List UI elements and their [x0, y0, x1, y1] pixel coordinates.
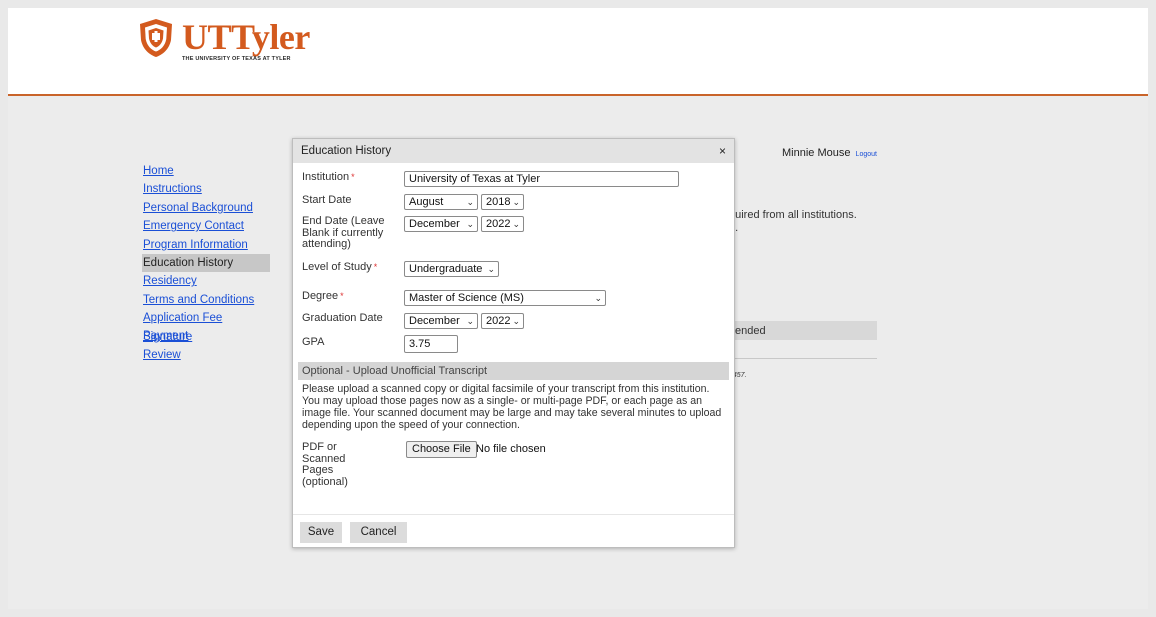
- save-button[interactable]: Save: [300, 522, 342, 543]
- level-of-study-select[interactable]: Undergraduate ⌄: [404, 261, 499, 277]
- chevron-down-icon: ⌄: [512, 197, 520, 207]
- logo-subtitle: THE UNIVERSITY OF TEXAS AT TYLER: [182, 56, 291, 62]
- chevron-down-icon: ⌄: [466, 219, 474, 229]
- chevron-down-icon: ⌄: [487, 264, 495, 274]
- upload-instructions: Please upload a scanned copy or digital …: [302, 383, 722, 431]
- dialog-title: Education History: [293, 139, 734, 163]
- institution-label: Institution *: [302, 171, 355, 183]
- start-date-label: Start Date: [302, 194, 352, 206]
- file-status-text: No file chosen: [476, 443, 546, 455]
- nav-item-instructions[interactable]: Instructions: [142, 180, 270, 198]
- nav-item-education-history[interactable]: Education History: [142, 253, 270, 273]
- cancel-button[interactable]: Cancel: [350, 522, 407, 543]
- nav-item-program-information[interactable]: Program Information: [142, 236, 270, 254]
- nav-item-terms-and-conditions[interactable]: Terms and Conditions: [142, 291, 270, 309]
- dialog-footer-divider: [293, 514, 734, 515]
- background-instruction-text: quired from all institutions.: [729, 209, 857, 221]
- nav-item-emergency-contact[interactable]: Emergency Contact: [142, 217, 270, 235]
- degree-label: Degree *: [302, 290, 344, 302]
- site-header: UTTyler THE UNIVERSITY OF TEXAS AT TYLER: [8, 8, 1148, 94]
- logo-wordmark: UTTyler: [182, 17, 310, 57]
- chevron-down-icon: ⌄: [594, 293, 602, 303]
- chevron-down-icon: ⌄: [466, 316, 474, 326]
- required-marker: *: [340, 291, 344, 301]
- required-marker: *: [373, 262, 378, 272]
- header-divider: [8, 94, 1148, 96]
- graduation-month-select[interactable]: December ⌄: [404, 313, 478, 329]
- sidebar-nav: Home Instructions Personal Background Em…: [142, 162, 270, 364]
- nav-item-application-fee-payment[interactable]: Application Fee Payment: [142, 309, 270, 342]
- logout-link[interactable]: Logout: [856, 151, 877, 158]
- end-date-label: End Date (Leave Blank if currently atten…: [302, 215, 385, 250]
- background-table-header-label: ended: [735, 325, 766, 337]
- close-icon[interactable]: ×: [719, 139, 726, 163]
- nav-item-signature[interactable]: Signature: [142, 328, 270, 346]
- shield-crest-icon: [140, 19, 172, 57]
- level-of-study-label: Level of Study *: [302, 261, 378, 273]
- start-year-select[interactable]: 2018 ⌄: [481, 194, 524, 210]
- nav-item-review[interactable]: Review: [142, 346, 270, 364]
- nav-item-home[interactable]: Home: [142, 162, 270, 180]
- education-history-dialog: Education History × Institution * Univers…: [292, 138, 735, 548]
- institution-input[interactable]: University of Texas at Tyler: [404, 171, 679, 187]
- gpa-label: GPA: [302, 336, 325, 348]
- nav-item-personal-background[interactable]: Personal Background: [142, 199, 270, 217]
- background-table-divider: [728, 358, 877, 359]
- choose-file-button[interactable]: Choose File: [406, 441, 477, 458]
- chevron-down-icon: ⌄: [466, 197, 474, 207]
- graduation-date-label: Graduation Date: [302, 312, 383, 324]
- upload-section-header: Optional - Upload Unofficial Transcript: [298, 362, 729, 380]
- graduation-year-select[interactable]: 2022 ⌄: [481, 313, 524, 329]
- ut-tyler-logo[interactable]: UTTyler THE UNIVERSITY OF TEXAS AT TYLER: [138, 17, 338, 70]
- end-year-select[interactable]: 2022 ⌄: [481, 216, 524, 232]
- chevron-down-icon: ⌄: [512, 219, 520, 229]
- user-name: Minnie Mouse: [782, 147, 851, 159]
- chevron-down-icon: ⌄: [512, 316, 520, 326]
- nav-item-residency[interactable]: Residency: [142, 272, 270, 290]
- user-info: Minnie Mouse Logout: [782, 147, 877, 159]
- degree-select[interactable]: Master of Science (MS) ⌄: [404, 290, 606, 306]
- transcript-file-label: PDF or Scanned Pages (optional): [302, 441, 348, 488]
- gpa-input[interactable]: 3.75: [404, 335, 458, 353]
- start-month-select[interactable]: August ⌄: [404, 194, 478, 210]
- end-month-select[interactable]: December ⌄: [404, 216, 478, 232]
- required-marker: *: [351, 172, 355, 182]
